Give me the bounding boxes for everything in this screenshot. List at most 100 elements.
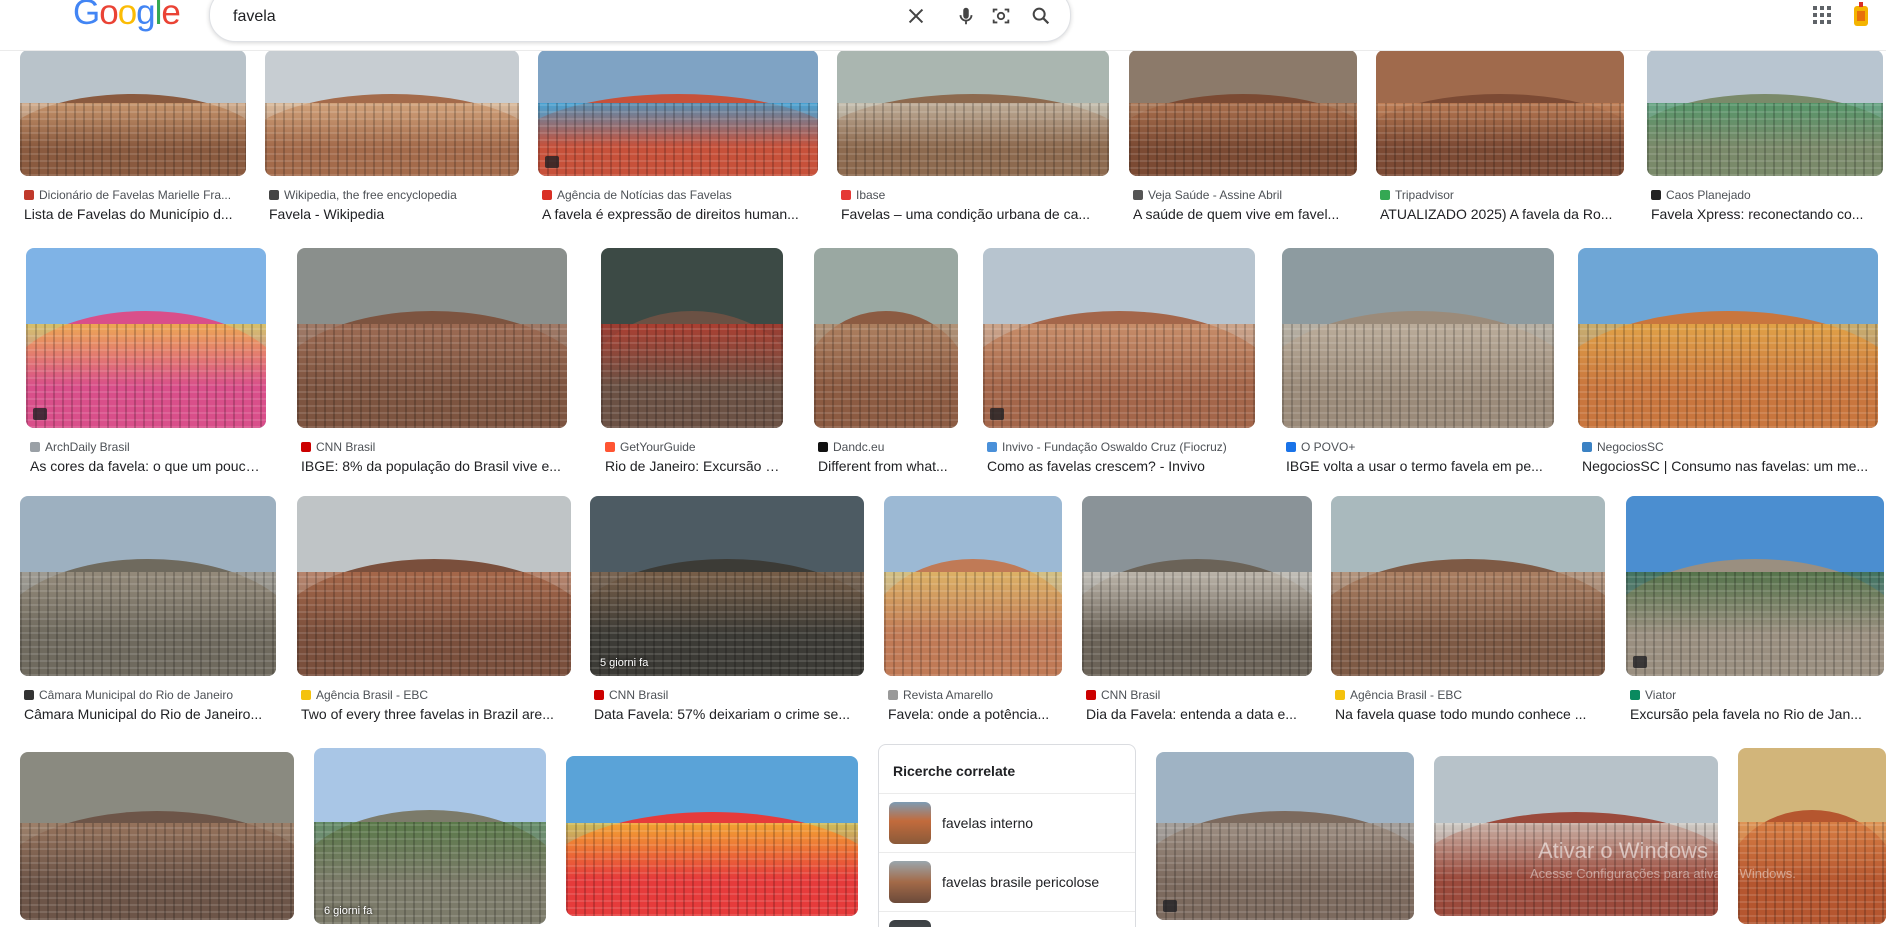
related-search-item[interactable]: favelas interno — [879, 793, 1135, 852]
result-title[interactable]: Favela Xpress: reconectando co... — [1651, 206, 1881, 222]
camera-lens-icon[interactable] — [990, 5, 1012, 27]
result-source[interactable]: Tripadvisor — [1380, 188, 1622, 202]
source-favicon-icon — [301, 690, 311, 700]
result-title[interactable]: IBGE volta a usar o termo favela em pe..… — [1286, 458, 1552, 474]
image-result-card[interactable]: Ibase Favelas – uma condição urbana de ca… — [837, 50, 1109, 224]
result-source[interactable]: Agência de Notícias das Favelas — [542, 188, 816, 202]
result-thumbnail — [1376, 50, 1624, 176]
result-thumbnail — [1738, 748, 1886, 924]
image-result-card[interactable]: Dandc.eu Different from what... — [814, 248, 958, 476]
image-result-card[interactable] — [1434, 756, 1718, 916]
image-result-card[interactable] — [20, 752, 294, 920]
image-result-card[interactable]: GetYourGuide Rio de Janeiro: Excursão a .… — [601, 248, 783, 476]
result-source[interactable]: O POVO+ — [1286, 440, 1552, 454]
result-source[interactable]: Veja Saúde - Assine Abril — [1133, 188, 1355, 202]
result-title[interactable]: Excursão pela favela no Rio de Jan... — [1630, 706, 1882, 722]
image-result-card[interactable]: CNN Brasil IBGE: 8% da população do Brasi… — [297, 248, 567, 476]
image-type-badge-icon — [990, 408, 1004, 420]
result-source[interactable]: CNN Brasil — [1086, 688, 1310, 702]
result-source-label: Dicionário de Favelas Marielle Fra... — [39, 188, 232, 202]
image-result-card[interactable] — [566, 756, 858, 916]
close-icon[interactable] — [905, 5, 927, 27]
result-title[interactable]: Dia da Favela: entenda a data e... — [1086, 706, 1310, 722]
result-title[interactable]: Como as favelas crescem? - Invivo — [987, 458, 1253, 474]
result-title[interactable]: Two of every three favelas in Brazil are… — [301, 706, 569, 722]
related-search-item[interactable]: favelas brasile pericolose — [879, 852, 1135, 911]
result-title[interactable]: NegociosSC | Consumo nas favelas: um me.… — [1582, 458, 1876, 474]
result-title[interactable]: Favela - Wikipedia — [269, 206, 517, 222]
image-result-card[interactable]: Revista Amarello Favela: onde a potência.… — [884, 496, 1062, 724]
image-result-card[interactable]: Viator Excursão pela favela no Rio de Jan… — [1626, 496, 1884, 724]
windows-activation-subtext: Acesse Configurações para ativar o Windo… — [1530, 866, 1796, 881]
result-title[interactable]: ATUALIZADO 2025) A favela da Ro... — [1380, 206, 1622, 222]
result-source[interactable]: GetYourGuide — [605, 440, 781, 454]
result-source[interactable]: CNN Brasil — [301, 440, 565, 454]
image-result-card[interactable]: Agência Brasil - EBC Na favela quase todo… — [1331, 496, 1605, 724]
result-title[interactable]: Rio de Janeiro: Excursão a ... — [605, 458, 781, 474]
source-favicon-icon — [30, 442, 40, 452]
result-source-label: Agência Brasil - EBC — [1350, 688, 1463, 702]
result-source[interactable]: Dicionário de Favelas Marielle Fra... — [24, 188, 244, 202]
result-source[interactable]: Caos Planejado — [1651, 188, 1881, 202]
result-source[interactable]: Ibase — [841, 188, 1107, 202]
image-result-card[interactable]: 5 giorni fa CNN Brasil Data Favela: 57% de… — [590, 496, 864, 724]
result-thumbnail — [538, 50, 818, 176]
image-result-card[interactable]: Tripadvisor ATUALIZADO 2025) A favela da … — [1376, 50, 1624, 224]
result-title[interactable]: Data Favela: 57% deixariam o crime se... — [594, 706, 862, 722]
result-title[interactable]: Na favela quase todo mundo conhece ... — [1335, 706, 1603, 722]
result-title[interactable]: Câmara Municipal do Rio de Janeiro... — [24, 706, 274, 722]
image-type-badge-icon — [1633, 656, 1647, 668]
result-title[interactable]: Favela: onde a potência... — [888, 706, 1060, 722]
image-result-card[interactable]: Wikipedia, the free encyclopedia Favela -… — [265, 50, 519, 224]
microphone-icon[interactable] — [955, 5, 977, 27]
result-thumbnail — [297, 496, 571, 676]
result-title[interactable]: Different from what... — [818, 458, 956, 474]
result-source[interactable]: Câmara Municipal do Rio de Janeiro — [24, 688, 274, 702]
result-source[interactable]: Wikipedia, the free encyclopedia — [269, 188, 517, 202]
related-search-label: favelas interno — [942, 815, 1034, 831]
image-result-card[interactable]: CNN Brasil Dia da Favela: entenda a data … — [1082, 496, 1312, 724]
image-result-card[interactable]: 6 giorni fa — [314, 748, 546, 924]
source-favicon-icon — [1335, 690, 1345, 700]
image-result-card[interactable]: O POVO+ IBGE volta a usar o termo favela … — [1282, 248, 1554, 476]
result-thumbnail — [1082, 496, 1312, 676]
result-source[interactable]: Agência Brasil - EBC — [1335, 688, 1603, 702]
result-source[interactable]: CNN Brasil — [594, 688, 862, 702]
result-thumbnail — [20, 752, 294, 920]
result-title[interactable]: A saúde de quem vive em favel... — [1133, 206, 1355, 222]
image-result-card[interactable]: ArchDaily Brasil As cores da favela: o qu… — [26, 248, 266, 476]
result-title[interactable]: IBGE: 8% da população do Brasil vive e..… — [301, 458, 565, 474]
search-icon[interactable] — [1030, 5, 1052, 27]
image-result-card[interactable]: Agência Brasil - EBC Two of every three f… — [297, 496, 571, 724]
related-search-item[interactable] — [879, 911, 1135, 927]
image-result-card[interactable]: Agência de Notícias das Favelas A favela … — [538, 50, 818, 224]
image-result-card[interactable]: NegociosSC NegociosSC | Consumo nas favel… — [1578, 248, 1878, 476]
apps-grid-icon[interactable] — [1812, 5, 1832, 25]
result-source-label: Revista Amarello — [903, 688, 994, 702]
source-favicon-icon — [269, 190, 279, 200]
google-logo[interactable]: Google — [73, 0, 181, 33]
avatar[interactable] — [1850, 2, 1872, 28]
result-thumbnail — [1282, 248, 1554, 428]
result-source[interactable]: Dandc.eu — [818, 440, 956, 454]
result-source[interactable]: Viator — [1630, 688, 1882, 702]
result-source[interactable]: NegociosSC — [1582, 440, 1876, 454]
source-favicon-icon — [594, 690, 604, 700]
image-result-card[interactable]: Caos Planejado Favela Xpress: reconectand… — [1647, 50, 1883, 224]
result-title[interactable]: A favela é expressão de direitos human..… — [542, 206, 816, 222]
image-result-card[interactable] — [1738, 748, 1886, 924]
result-source[interactable]: Agência Brasil - EBC — [301, 688, 569, 702]
result-title[interactable]: As cores da favela: o que um pouco... — [30, 458, 264, 474]
result-source[interactable]: Invivo - Fundação Oswaldo Cruz (Fiocruz) — [987, 440, 1253, 454]
search-input[interactable] — [231, 3, 885, 31]
image-result-card[interactable] — [1156, 752, 1414, 920]
image-result-card[interactable]: Câmara Municipal do Rio de Janeiro Câmara… — [20, 496, 276, 724]
result-source[interactable]: Revista Amarello — [888, 688, 1060, 702]
image-result-card[interactable]: Veja Saúde - Assine Abril A saúde de quem… — [1129, 50, 1357, 224]
result-source-label: Wikipedia, the free encyclopedia — [284, 188, 457, 202]
image-result-card[interactable]: Dicionário de Favelas Marielle Fra... Lis… — [20, 50, 246, 224]
result-source[interactable]: ArchDaily Brasil — [30, 440, 264, 454]
result-title[interactable]: Lista de Favelas do Município d... — [24, 206, 244, 222]
result-title[interactable]: Favelas – uma condição urbana de ca... — [841, 206, 1107, 222]
image-result-card[interactable]: Invivo - Fundação Oswaldo Cruz (Fiocruz)… — [983, 248, 1255, 476]
